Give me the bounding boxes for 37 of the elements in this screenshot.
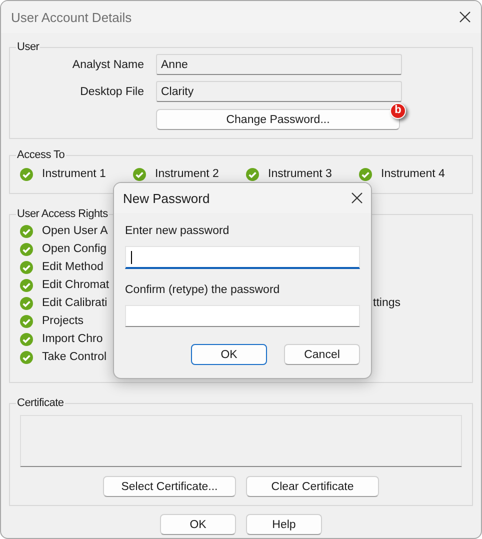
right-label: Import Chro [42, 333, 103, 345]
dialog-button[interactable]: Cancel [284, 344, 360, 365]
marker-badge: b [390, 103, 406, 119]
window-title: User Account Details [11, 10, 132, 24]
right-label: Edit Method [42, 261, 104, 273]
instrument-label: Instrument 1 [42, 168, 106, 180]
dialog-button[interactable]: Help [246, 514, 322, 535]
dialog-button[interactable]: OK [191, 344, 267, 365]
password-field[interactable] [125, 305, 360, 327]
right-label: ttings [373, 297, 400, 309]
close-icon[interactable] [351, 192, 363, 204]
close-icon[interactable] [459, 11, 471, 23]
instrument-label: Instrument 2 [155, 168, 219, 180]
group-legend: User [16, 41, 40, 53]
field-label: Desktop File [79, 86, 145, 98]
instrument-label: Instrument 3 [268, 168, 332, 180]
text-field[interactable]: Anne [156, 54, 402, 75]
certificate-button[interactable]: Clear Certificate [246, 476, 379, 497]
group-legend: Access To [16, 149, 66, 161]
text-field[interactable]: Clarity [156, 81, 402, 102]
field-label: Confirm (retype) the password [125, 284, 281, 296]
right-label: Take Control [42, 351, 107, 363]
field-label: Analyst Name [71, 58, 145, 70]
group-legend: Certificate [16, 397, 65, 409]
right-label: Edit Calibrati [42, 297, 108, 309]
password-field[interactable] [125, 246, 360, 269]
right-label: Edit Chromat [42, 279, 110, 291]
right-label: Projects [42, 315, 84, 327]
certificate-button[interactable]: Select Certificate... [103, 476, 236, 497]
instrument-label: Instrument 4 [381, 168, 445, 180]
text-cursor [131, 250, 132, 264]
dialog-title: New Password [123, 190, 210, 206]
field-label: Enter new password [125, 225, 230, 237]
group-legend: User Access Rights [16, 208, 109, 220]
dialog-button[interactable]: OK [160, 514, 236, 535]
right-label: Open User A [42, 225, 108, 237]
right-label: Open Config [42, 243, 107, 255]
